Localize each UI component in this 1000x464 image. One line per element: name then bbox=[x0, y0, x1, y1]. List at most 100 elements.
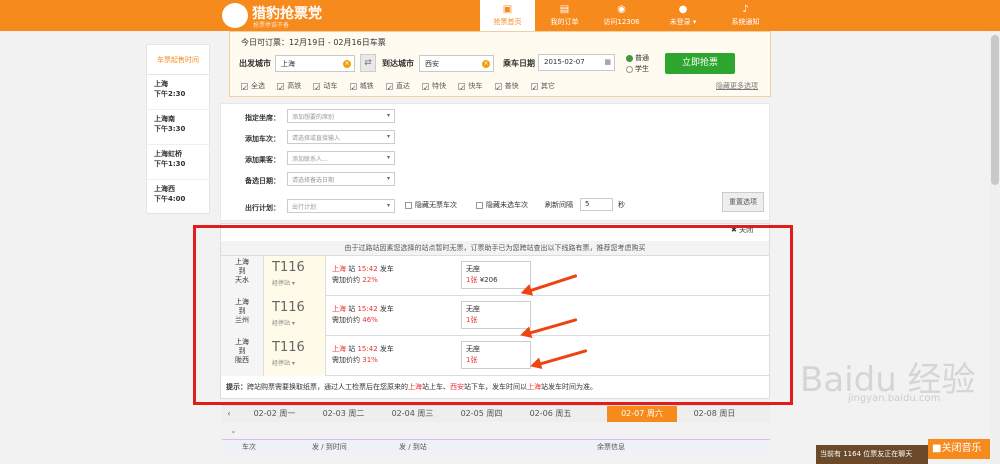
tab-day: 周三 bbox=[417, 409, 434, 418]
type-gaotie[interactable]: ✓ 高铁 bbox=[277, 82, 301, 92]
nav-notifications-label: 系统通知 bbox=[731, 18, 760, 26]
from-city-input[interactable]: 上海 × bbox=[275, 55, 355, 72]
date-tab[interactable]: 02-02 周一 bbox=[242, 406, 307, 422]
date-tabs: ‹ 02-02 周一 02-03 周二 02-04 周三 02-05 周四 02… bbox=[222, 405, 770, 422]
seat-select[interactable]: 添加想要的席别 bbox=[287, 109, 395, 123]
station-name: 上海虹桥 bbox=[154, 150, 182, 158]
page-scrollbar[interactable] bbox=[990, 31, 1000, 464]
travel-date-input[interactable]: 2015-02-07 ▦ bbox=[538, 54, 615, 71]
sale-time: 下午2:30 bbox=[154, 90, 186, 98]
nav-12306[interactable]: ◉ 访问12306 bbox=[594, 0, 649, 31]
sale-time: 下午1:30 bbox=[154, 160, 186, 168]
leopard-logo-icon bbox=[222, 3, 248, 28]
tab-date: 02-03 bbox=[322, 409, 346, 418]
globe-icon: ◉ bbox=[617, 4, 626, 15]
date-tab[interactable]: 02-05 周四 bbox=[449, 406, 514, 422]
plan-label: 出行计划： bbox=[245, 204, 280, 212]
tab-date: 02-05 bbox=[460, 409, 484, 418]
type-all[interactable]: ✓ 全选 bbox=[241, 82, 265, 92]
tab-day: 周五 bbox=[555, 409, 572, 418]
nav-12306-label: 访问12306 bbox=[603, 18, 640, 26]
date-tab[interactable]: 02-04 周三 bbox=[380, 406, 445, 422]
grab-ticket-button[interactable]: 立即抢票 bbox=[665, 53, 735, 74]
nav-orders[interactable]: ▤ 我的订单 bbox=[537, 0, 592, 31]
plan-select[interactable]: 出行计划 bbox=[287, 199, 395, 213]
to-city-label: 到达城市 bbox=[382, 59, 414, 68]
nav-notifications[interactable]: ♪ 系统通知 bbox=[718, 0, 773, 31]
type-chengtie[interactable]: ✓ 城铁 bbox=[349, 82, 374, 92]
travel-date-label: 乘车日期 bbox=[503, 59, 535, 68]
train-type-filters: ✓ 全选 ✓ 高铁 ✓ 动车 ✓ 城铁 ✓ 直达 ✓ 特快 ✓ 快车 ✓ 普快 ✓ 其它 bbox=[241, 81, 565, 92]
tab-day: 周四 bbox=[486, 409, 503, 418]
booking-range-info: 今日可订票：12月19日 - 02月16日车票 bbox=[241, 38, 386, 47]
seat-label: 指定坐席： bbox=[245, 114, 280, 122]
hide-more-options-link[interactable]: 隐藏更多选项 bbox=[716, 81, 758, 91]
tab-date: 02-02 bbox=[253, 409, 277, 418]
sidebar-header: 车票起售时间 bbox=[147, 45, 209, 75]
type-kuaiche[interactable]: ✓ 快车 bbox=[458, 82, 482, 92]
train-select[interactable]: 请选择或直接输入 bbox=[287, 130, 395, 144]
sidebar-item[interactable]: 上海下午2:30 bbox=[147, 75, 209, 110]
swap-cities-icon[interactable]: ⇄ bbox=[360, 54, 376, 72]
radio-normal[interactable]: 普通 bbox=[626, 53, 649, 63]
close-music-button[interactable]: ■关闭音乐 bbox=[928, 439, 990, 459]
chat-count-bar[interactable]: 当前有 1164 位票友正在聊天 bbox=[816, 445, 928, 464]
clear-icon[interactable]: × bbox=[343, 60, 351, 68]
date-tab-active[interactable]: 02-07 周六 bbox=[607, 406, 677, 422]
station-name: 上海 bbox=[154, 80, 168, 88]
bell-icon: ♪ bbox=[742, 4, 749, 15]
col-station: 发 / 到站 bbox=[399, 443, 427, 451]
baidu-watermark-url: jingyan.baidu.com bbox=[848, 393, 941, 404]
tab-day: 周一 bbox=[279, 409, 296, 418]
sidebar-item[interactable]: 上海南下午3:30 bbox=[147, 110, 209, 145]
type-other[interactable]: ✓ 其它 bbox=[530, 82, 555, 92]
tab-day: 周六 bbox=[646, 409, 663, 418]
backup-date-select[interactable]: 请选择备选日期 bbox=[287, 172, 395, 186]
hide-no-ticket-checkbox[interactable]: 隐藏无票车次 bbox=[405, 200, 457, 210]
from-city-label: 出发城市 bbox=[239, 59, 271, 68]
col-train: 车次 bbox=[242, 443, 256, 451]
sidebar-item[interactable]: 上海虹桥下午1:30 bbox=[147, 145, 209, 180]
collapse-chevron-icon[interactable]: ⌄ bbox=[230, 426, 237, 435]
travel-date-value: 2015-02-07 bbox=[544, 58, 585, 66]
type-tekuai[interactable]: ✓ 特快 bbox=[422, 82, 446, 92]
type-zhida[interactable]: ✓ 直达 bbox=[385, 82, 410, 92]
user-icon: ● bbox=[678, 4, 688, 15]
app-slogan: 抢票停谁不备 bbox=[253, 22, 290, 29]
date-tab[interactable]: 02-03 周二 bbox=[311, 406, 376, 422]
bus-icon: ▣ bbox=[502, 4, 513, 15]
clear-icon[interactable]: × bbox=[482, 60, 490, 68]
to-city-input[interactable]: 西安 × bbox=[419, 55, 494, 72]
col-time: 发 / 到时间 bbox=[312, 443, 347, 451]
sale-time-sidebar: 车票起售时间 上海下午2:30 上海南下午3:30 上海虹桥下午1:30 上海西… bbox=[146, 44, 210, 215]
sale-time: 下午3:30 bbox=[154, 125, 186, 133]
refresh-unit: 秒 bbox=[618, 201, 625, 209]
ticket-table-header: 车次 发 / 到时间 发 / 到站 余票信息 bbox=[222, 439, 770, 453]
tab-day: 周二 bbox=[348, 409, 365, 418]
type-pukuai[interactable]: ✓ 普快 bbox=[494, 82, 519, 92]
prev-date-icon[interactable]: ‹ bbox=[222, 406, 236, 422]
passenger-select[interactable]: 添加联系人... bbox=[287, 151, 395, 165]
nav-home[interactable]: ▣ 抢票首页 bbox=[480, 0, 535, 31]
hide-no-ticket-label: 隐藏无票车次 bbox=[415, 201, 457, 209]
radio-student-label: 学生 bbox=[635, 65, 649, 73]
tab-day: 周日 bbox=[719, 409, 736, 418]
highlight-annotation-box bbox=[193, 225, 793, 405]
date-tab[interactable]: 02-08 周日 bbox=[682, 406, 747, 422]
scrollbar-thumb[interactable] bbox=[991, 35, 999, 185]
radio-student[interactable]: 学生 bbox=[626, 64, 649, 74]
calendar-icon: ▦ bbox=[604, 58, 611, 66]
refresh-interval-input[interactable]: 5 bbox=[580, 198, 613, 211]
station-name: 上海西 bbox=[154, 185, 175, 193]
date-tab[interactable]: 02-06 周五 bbox=[518, 406, 583, 422]
station-name: 上海南 bbox=[154, 115, 175, 123]
type-dongche[interactable]: ✓ 动车 bbox=[313, 82, 337, 92]
hide-unselected-checkbox[interactable]: 隐藏未选车次 bbox=[476, 200, 528, 210]
sidebar-item[interactable]: 上海西 下午4:00 bbox=[147, 180, 209, 215]
radio-normal-label: 普通 bbox=[635, 54, 649, 62]
nav-login[interactable]: ● 未登录 ▾ bbox=[653, 0, 713, 31]
document-icon: ▤ bbox=[559, 4, 570, 15]
tab-date: 02-08 bbox=[693, 409, 717, 418]
backup-date-label: 备选日期： bbox=[245, 177, 280, 185]
reset-options-button[interactable]: 重置选项 bbox=[722, 192, 764, 212]
